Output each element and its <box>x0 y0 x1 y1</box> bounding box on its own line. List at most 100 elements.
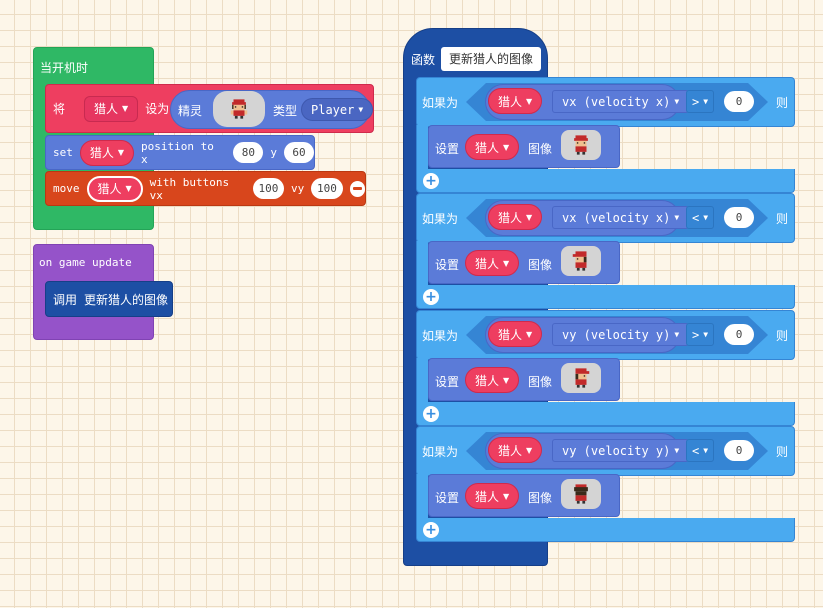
to-label: 设为 <box>145 102 170 116</box>
on-start-label: 当开机时 <box>40 61 89 75</box>
hunter-sprite-icon <box>230 99 248 119</box>
image-picker[interactable] <box>561 363 601 393</box>
minus-icon[interactable] <box>349 180 365 197</box>
operator-dropdown[interactable]: > ▼ <box>686 323 715 346</box>
set-position-block[interactable]: set 猎人 ▼ position to x 80 y 60 <box>45 135 315 170</box>
variable-dropdown[interactable]: 猎人 ▼ <box>84 95 139 122</box>
vy-label: vy <box>291 182 305 195</box>
vy-input[interactable]: 100 <box>311 178 343 199</box>
chevron-down-icon: ▼ <box>526 329 533 339</box>
position-label: position to x <box>141 139 214 166</box>
call-label: 调用 <box>53 292 78 307</box>
chevron-down-icon: ▼ <box>503 142 510 152</box>
compare-value-input[interactable]: 0 <box>724 324 754 345</box>
chevron-down-icon: ▼ <box>674 446 680 455</box>
function-name-field[interactable]: 更新猎人的图像 <box>441 47 542 71</box>
if-body-rail <box>416 358 428 404</box>
add-else-icon[interactable]: + <box>423 406 439 422</box>
sprite-image-picker[interactable] <box>213 91 265 127</box>
chevron-down-icon: ▼ <box>674 97 680 106</box>
move-with-buttons-block[interactable]: move 猎人 ▼ with buttons vx 100 vy 100 <box>45 171 366 206</box>
image-label: 图像 <box>528 491 553 505</box>
if-footer <box>416 518 795 542</box>
add-else-icon[interactable]: + <box>423 289 439 305</box>
image-picker[interactable] <box>561 479 601 509</box>
variable-dropdown[interactable]: 猎人 ▼ <box>86 175 143 202</box>
vx-input[interactable]: 100 <box>252 178 285 199</box>
chevron-down-icon: ▼ <box>674 213 680 222</box>
variable-dropdown[interactable]: 猎人 ▼ <box>465 250 520 276</box>
image-label: 图像 <box>528 142 553 156</box>
variable-dropdown[interactable]: 猎人 ▼ <box>488 437 543 463</box>
chevron-down-icon: ▼ <box>526 445 533 455</box>
sprite-label: 精灵 <box>178 104 203 118</box>
image-label: 图像 <box>528 258 553 272</box>
then-label: 则 <box>776 96 789 110</box>
variable-dropdown[interactable]: 猎人 ▼ <box>79 139 135 166</box>
if-body-rail <box>416 125 428 171</box>
if-footer <box>416 402 795 426</box>
set-label: 将 <box>53 102 66 116</box>
property-dropdown[interactable]: vy (velocity y) ▼ <box>552 439 690 462</box>
chevron-down-icon: ▼ <box>703 330 709 339</box>
if-body-rail <box>416 241 428 287</box>
image-picker[interactable] <box>561 130 601 160</box>
if-label: 如果为 <box>422 329 459 343</box>
with-buttons-label: with buttons vx <box>149 175 230 202</box>
hunter-sprite-icon <box>574 484 588 504</box>
chevron-down-icon: ▼ <box>703 446 709 455</box>
on-game-update-label: on game update <box>39 256 132 269</box>
chevron-down-icon: ▼ <box>358 105 364 114</box>
chevron-down-icon: ▼ <box>503 375 510 385</box>
variable-dropdown[interactable]: 猎人 ▼ <box>488 204 543 230</box>
add-else-icon[interactable]: + <box>423 173 439 189</box>
property-dropdown[interactable]: vx (velocity x) ▼ <box>552 90 690 113</box>
set-label: 设置 <box>435 491 460 505</box>
property-dropdown[interactable]: vy (velocity y) ▼ <box>552 323 690 346</box>
canvas: { "on_start":{"label":"当开机时"}, "set_kind… <box>0 0 823 608</box>
compare-value-input[interactable]: 0 <box>724 440 754 461</box>
set-label: 设置 <box>435 142 460 156</box>
hunter-sprite-icon <box>572 251 587 271</box>
set-sprite-kind-block[interactable]: 将 猎人 ▼ 设为 精灵 类型 Player ▼ <box>45 84 374 133</box>
function-label: 函数 <box>411 53 436 67</box>
x-input[interactable]: 80 <box>233 142 264 163</box>
operator-dropdown[interactable]: < ▼ <box>686 206 715 229</box>
if-label: 如果为 <box>422 445 459 459</box>
move-label: move <box>53 182 80 195</box>
property-dropdown[interactable]: vx (velocity x) ▼ <box>552 206 690 229</box>
chevron-down-icon: ▼ <box>122 104 129 113</box>
y-input[interactable]: 60 <box>284 142 314 163</box>
add-else-icon[interactable]: + <box>423 522 439 538</box>
chevron-down-icon: ▼ <box>674 330 680 339</box>
set-label: 设置 <box>435 258 460 272</box>
then-label: 则 <box>776 329 789 343</box>
image-picker[interactable] <box>561 246 601 276</box>
compare-value-input[interactable]: 0 <box>724 207 754 228</box>
operator-dropdown[interactable]: < ▼ <box>686 439 715 462</box>
kind-dropdown[interactable]: Player ▼ <box>301 98 374 121</box>
kind-label: 类型 <box>273 104 298 118</box>
hunter-sprite-icon <box>574 135 588 155</box>
if-label: 如果为 <box>422 212 459 226</box>
hunter-sprite-icon <box>575 368 590 388</box>
variable-dropdown[interactable]: 猎人 ▼ <box>465 483 520 509</box>
call-function-block[interactable]: 调用 更新猎人的图像 <box>45 281 173 317</box>
if-footer <box>416 285 795 309</box>
variable-dropdown[interactable]: 猎人 ▼ <box>488 321 543 347</box>
if-footer <box>416 169 795 193</box>
variable-dropdown[interactable]: 猎人 ▼ <box>465 367 520 393</box>
operator-dropdown[interactable]: > ▼ <box>686 90 715 113</box>
compare-value-input[interactable]: 0 <box>724 91 754 112</box>
y-label: y <box>270 146 277 159</box>
variable-dropdown[interactable]: 猎人 ▼ <box>488 88 543 114</box>
then-label: 则 <box>776 445 789 459</box>
then-label: 则 <box>776 212 789 226</box>
variable-dropdown[interactable]: 猎人 ▼ <box>465 134 520 160</box>
chevron-down-icon: ▼ <box>125 184 132 193</box>
chevron-down-icon: ▼ <box>526 212 533 222</box>
set-label: set <box>53 146 73 159</box>
chevron-down-icon: ▼ <box>703 97 709 106</box>
if-label: 如果为 <box>422 96 459 110</box>
chevron-down-icon: ▼ <box>503 491 510 501</box>
